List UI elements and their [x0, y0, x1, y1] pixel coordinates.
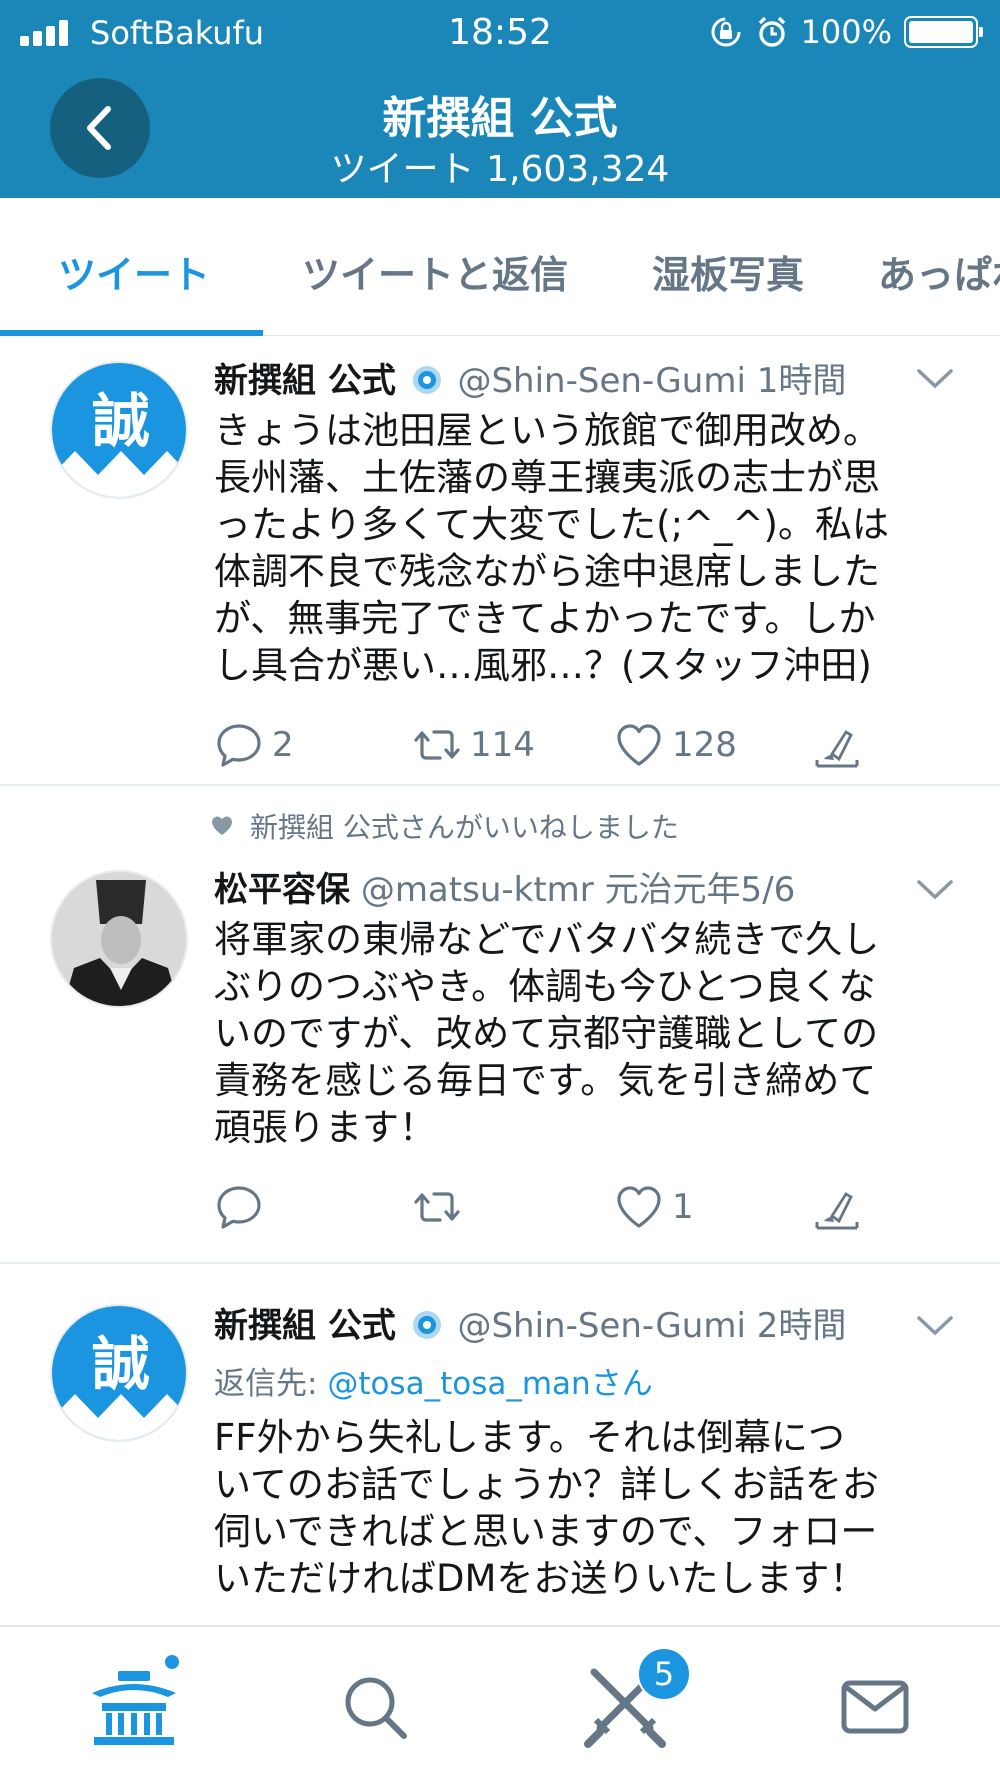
heart-small-icon — [212, 816, 232, 835]
nav-home[interactable] — [84, 1657, 184, 1757]
like-count: 128 — [672, 725, 737, 765]
timestamp[interactable]: 2時間 — [757, 1306, 847, 1346]
brush-share-icon — [815, 730, 859, 768]
liked-by-text: 新撰組 公式さんがいいねしました — [250, 811, 679, 844]
battery-icon — [904, 16, 983, 48]
rotation-lock-icon — [711, 17, 741, 47]
tweet-actions: 1 — [214, 1182, 894, 1232]
chevron-down-icon[interactable] — [915, 367, 955, 391]
chevron-down-icon[interactable] — [915, 878, 955, 902]
top-bar: SoftBakufu 18:52 100% 新撰組 公式 ツイート 1,603,… — [0, 0, 1000, 198]
liked-by-context: 新撰組 公式さんがいいねしました — [210, 806, 679, 846]
timestamp[interactable]: 1時間 — [757, 361, 847, 401]
avatar[interactable] — [50, 870, 188, 1008]
display-name[interactable]: 新撰組 公式 — [214, 1306, 396, 1346]
timestamp[interactable]: 元治元年5/6 — [605, 870, 796, 910]
castle-home-icon — [92, 1671, 176, 1745]
handle[interactable]: @Shin-Sen-Gumi — [457, 1306, 745, 1346]
reply-icon — [217, 724, 261, 767]
nav-search[interactable] — [325, 1657, 425, 1757]
retweet-button[interactable] — [412, 1182, 470, 1232]
tweet[interactable]: 新撰組 公式さんがいいねしました 松平容保 @matsu-ktmr 元治元年5/… — [0, 786, 1000, 1264]
replying-to-handle[interactable]: @tosa_tosa_manさん — [327, 1366, 652, 1402]
reply-button[interactable] — [214, 1182, 272, 1232]
heart-icon — [617, 1186, 661, 1228]
nav-messages[interactable] — [825, 1657, 925, 1757]
replying-to-label: 返信先: — [214, 1366, 328, 1402]
tweet[interactable]: 誠 新撰組 公式 @Shin-Sen-Gumi 1時間 きょうは池田屋という旅館… — [0, 337, 1000, 786]
active-tab-indicator — [0, 330, 263, 336]
portrait-photo-icon — [52, 872, 186, 1006]
svg-text:誠: 誠 — [92, 1330, 150, 1398]
tweet-text: FF外から失礼します。それは倒幕につ いてのお話でしょうか？詳しくお話をお 伺い… — [214, 1416, 879, 1600]
shinsengumi-crest-icon: 誠 — [52, 363, 186, 497]
tab-tweets[interactable]: ツイート — [58, 244, 210, 299]
tab-likes[interactable]: あっぱれ — [878, 244, 1000, 299]
chevron-down-icon[interactable] — [915, 1314, 955, 1338]
profile-tabs: ツイート ツイートと返信 湿板写真 あっぱれ — [0, 198, 1000, 336]
like-button[interactable]: 1 — [614, 1182, 694, 1232]
tweet-text: きょうは池田屋という旅館で御用改め。 長州藩、土佐藩の尊王攘夷派の志士が思 った… — [214, 409, 889, 687]
tweet-header: 新撰組 公式 @Shin-Sen-Gumi 1時間 — [214, 353, 846, 402]
tweet[interactable]: 誠 新撰組 公式 @Shin-Sen-Gumi 2時間 返信先: @tosa_t… — [0, 1264, 1000, 1625]
share-button[interactable] — [812, 1182, 862, 1232]
profile-title: 新撰組 公式 — [382, 93, 618, 144]
tweet-actions: 2 114 128 — [214, 720, 894, 770]
reply-count: 2 — [272, 725, 294, 765]
display-name[interactable]: 松平容保 — [214, 870, 350, 910]
mail-icon — [841, 1680, 909, 1734]
tweet-text: 将軍家の東帰などでバタバタ続きで久し ぶりのつぶやき。体調も今ひとつ良くな いの… — [214, 918, 880, 1149]
home-new-indicator — [163, 1653, 181, 1671]
tab-photos[interactable]: 湿板写真 — [652, 244, 804, 299]
replying-to: 返信先: @tosa_tosa_manさん — [214, 1358, 653, 1403]
avatar[interactable]: 誠 — [50, 1304, 188, 1442]
heart-icon — [617, 724, 661, 766]
like-count: 1 — [672, 1187, 694, 1227]
tweet-count: ツイート 1,603,324 — [330, 149, 670, 190]
handle[interactable]: @matsu-ktmr — [361, 870, 594, 910]
alarm-icon — [758, 16, 785, 47]
retweet-button[interactable]: 114 — [412, 720, 535, 770]
avatar[interactable]: 誠 — [50, 361, 188, 499]
reply-button[interactable]: 2 — [214, 720, 294, 770]
battery-percent: 100% — [800, 13, 892, 51]
status-bar: SoftBakufu 18:52 100% — [0, 0, 1000, 66]
display-name[interactable]: 新撰組 公式 — [214, 361, 396, 401]
tab-tweets-replies[interactable]: ツイートと返信 — [302, 244, 568, 299]
retweet-icon — [414, 1192, 460, 1222]
verified-icon — [412, 1311, 441, 1339]
retweet-count: 114 — [470, 725, 535, 765]
tweet-header: 松平容保 @matsu-ktmr 元治元年5/6 — [214, 862, 795, 911]
like-button[interactable]: 128 — [614, 720, 737, 770]
share-button[interactable] — [812, 720, 862, 770]
search-icon — [345, 1677, 407, 1739]
shinsengumi-crest-icon: 誠 — [52, 1306, 186, 1440]
brush-share-icon — [815, 1192, 859, 1230]
notification-badge: 5 — [637, 1647, 691, 1701]
tweet-header: 新撰組 公式 @Shin-Sen-Gumi 2時間 — [214, 1298, 846, 1347]
handle[interactable]: @Shin-Sen-Gumi — [457, 361, 745, 401]
reply-icon — [217, 1186, 261, 1229]
bottom-tab-bar: 5 — [0, 1625, 1000, 1775]
verified-icon — [412, 366, 441, 394]
svg-text:誠: 誠 — [92, 387, 150, 455]
retweet-icon — [414, 730, 460, 760]
